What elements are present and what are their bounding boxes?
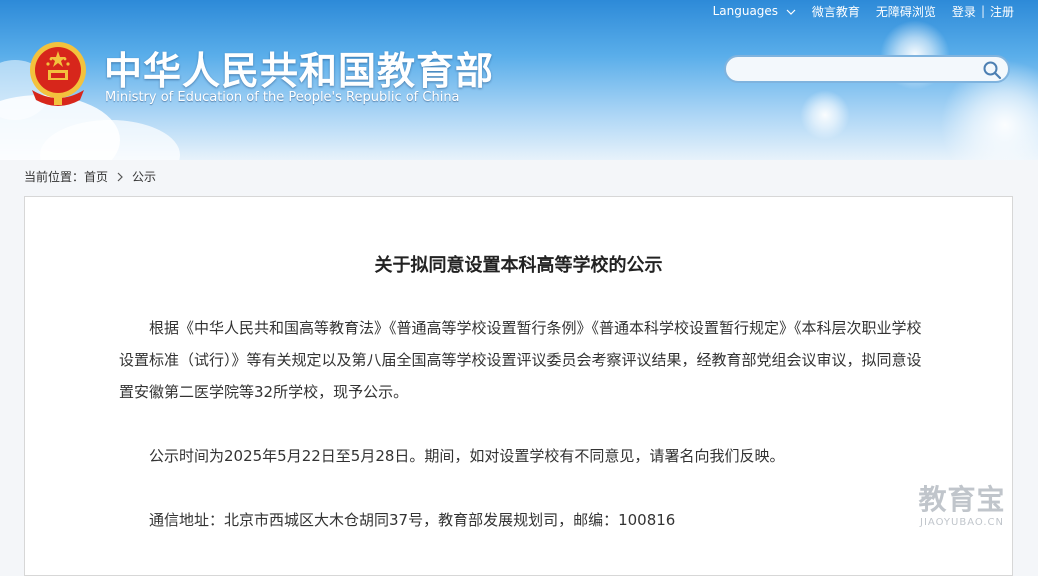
login-link[interactable]: 登录 [952, 3, 976, 20]
article-paragraph: 公示时间为2025年5月22日至5月28日。期间，如对设置学校有不同意见，请署名… [149, 447, 785, 465]
search-box [724, 55, 1010, 83]
national-emblem-icon [30, 42, 86, 106]
site-title-en: Ministry of Education of the People's Re… [105, 90, 460, 105]
article-paragraph: 根据《中华人民共和国高等教育法》《普通高等学校设置暂行条例》《普通本科学校设置暂… [119, 319, 922, 401]
wechat-link[interactable]: 微言教育 [812, 3, 860, 20]
chevron-right-icon [117, 172, 123, 181]
breadcrumb: 当前位置： 首页 公示 [24, 168, 156, 185]
watermark-cn: 教育宝 [918, 483, 1006, 516]
article-title: 关于拟同意设置本科高等学校的公示 [374, 255, 663, 276]
site-header: Languages 微言教育 无障碍浏览 登录 | 注册 中华人民共和国教育部 … [0, 0, 1038, 160]
watermark-en: JIAOYUBAO.CN [920, 517, 1004, 528]
site-title-cn[interactable]: 中华人民共和国教育部 [104, 40, 494, 95]
dandelion-decoration [800, 90, 850, 140]
register-link[interactable]: 注册 [990, 3, 1014, 20]
search-input[interactable] [738, 57, 982, 83]
search-icon[interactable] [982, 60, 1002, 80]
breadcrumb-current-link[interactable]: 公示 [132, 168, 156, 185]
topbar-divider: | [980, 4, 985, 18]
article-container: 关于拟同意设置本科高等学校的公示 根据《中华人民共和国高等教育法》《普通高等学校… [24, 196, 1013, 576]
breadcrumb-home-link[interactable]: 首页 [84, 168, 108, 185]
languages-dropdown[interactable]: Languages [713, 4, 796, 18]
breadcrumb-prefix: 当前位置： [24, 170, 85, 184]
accessible-browse-link[interactable]: 无障碍浏览 [876, 3, 936, 20]
article-paragraph: 通信地址：北京市西城区大木仓胡同37号，教育部发展规划司，邮编：100816 [149, 511, 676, 529]
chevron-down-icon [786, 9, 796, 15]
watermark-logo: 教育宝 JIAOYUBAO.CN [906, 484, 1018, 540]
top-utility-bar: Languages 微言教育 无障碍浏览 登录 | 注册 [713, 3, 1014, 19]
languages-label: Languages [712, 4, 779, 18]
